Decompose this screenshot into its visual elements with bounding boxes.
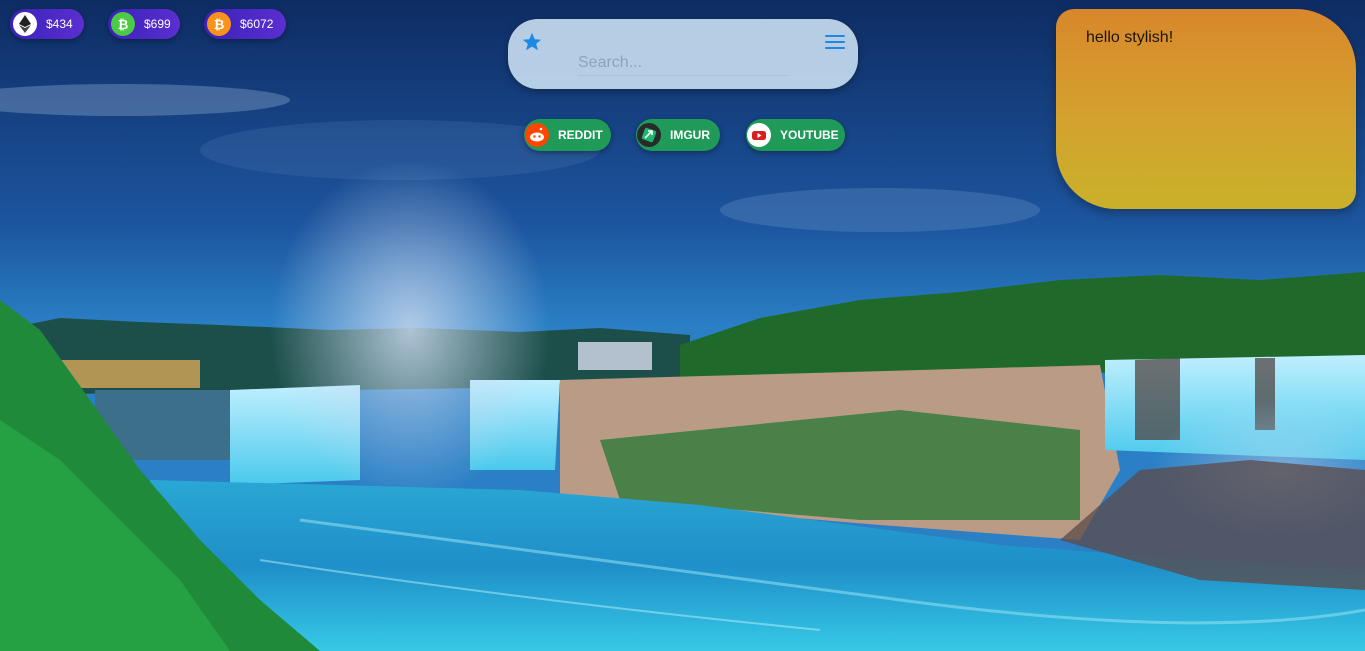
- youtube-icon: [747, 123, 771, 147]
- crypto-chip-ethereum[interactable]: $434: [10, 9, 84, 39]
- crypto-price: $699: [144, 17, 171, 31]
- reddit-link-button[interactable]: REDDIT: [524, 119, 611, 151]
- search-input[interactable]: [578, 51, 788, 76]
- new-tab-page: $434 ₿ $699 ₿ $6072 Search... REDDIT IMG…: [0, 0, 1365, 651]
- crypto-price: $6072: [240, 17, 274, 31]
- crypto-ticker-bar: $434 ₿ $699 ₿ $6072: [10, 9, 300, 41]
- star-icon[interactable]: [521, 31, 543, 53]
- search-card: [508, 19, 858, 89]
- youtube-link-button[interactable]: YOUTUBE: [746, 119, 845, 151]
- crypto-chip-bitcoin-cash[interactable]: ₿ $699: [108, 9, 180, 39]
- reddit-link-label: REDDIT: [558, 128, 603, 142]
- crypto-chip-bitcoin[interactable]: ₿ $6072: [204, 9, 286, 39]
- imgur-icon: [637, 123, 661, 147]
- crypto-price: $434: [46, 17, 73, 31]
- bitcoin-cash-icon: ₿: [111, 12, 135, 36]
- ethereum-icon: [13, 12, 37, 36]
- reddit-icon: [525, 123, 549, 147]
- imgur-link-label: IMGUR: [670, 128, 710, 142]
- bitcoin-icon: ₿: [207, 12, 231, 36]
- note-text[interactable]: hello stylish!: [1086, 29, 1173, 47]
- sticky-note[interactable]: hello stylish!: [1056, 9, 1356, 209]
- imgur-link-button[interactable]: IMGUR: [636, 119, 720, 151]
- hamburger-menu-icon[interactable]: [825, 35, 845, 51]
- youtube-link-label: YOUTUBE: [780, 128, 839, 142]
